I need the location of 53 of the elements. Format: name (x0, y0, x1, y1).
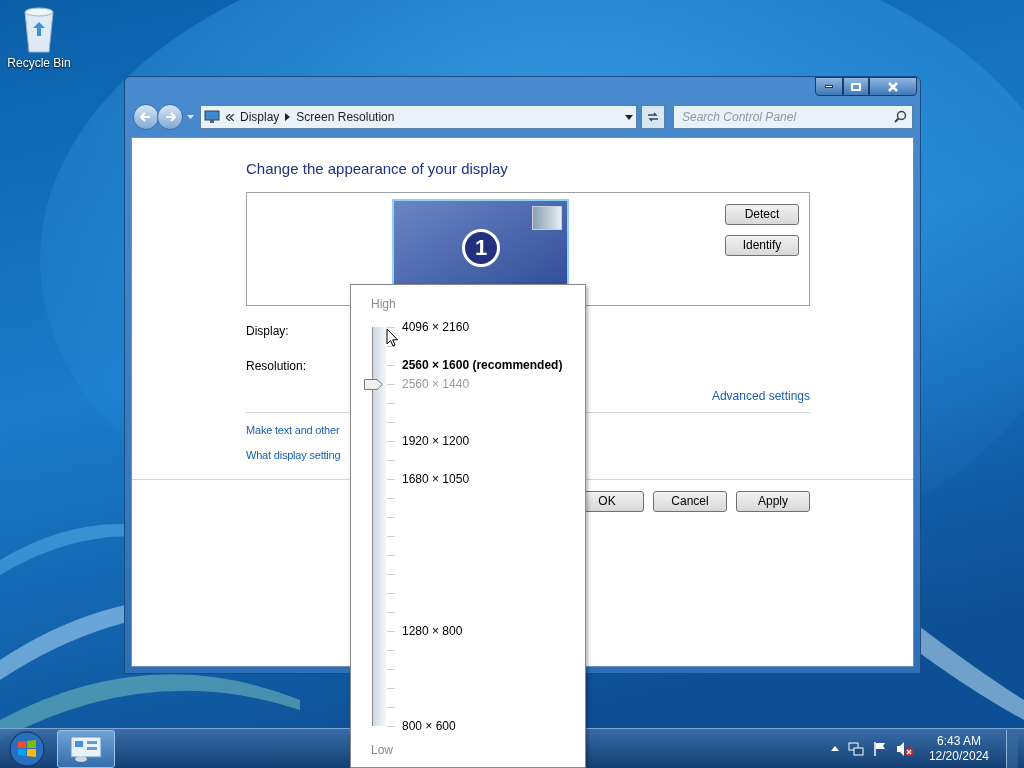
advanced-settings-link[interactable]: Advanced settings (711, 386, 810, 405)
search-field[interactable]: Search Control Panel (673, 105, 913, 129)
help-link[interactable]: What display setting (246, 446, 341, 463)
forward-arrow-icon (164, 111, 176, 123)
help-link[interactable]: Make text and other (246, 421, 340, 438)
back-button[interactable] (133, 104, 159, 130)
refresh-arrows-icon (646, 111, 660, 123)
mouse-cursor-icon (386, 328, 399, 347)
start-button[interactable] (8, 729, 46, 768)
clock-time[interactable]: 6:43 AM (936, 733, 981, 749)
recycle-bin-icon[interactable] (21, 6, 57, 54)
muted-speaker-icon[interactable] (895, 740, 914, 757)
window-thumbnail-icon (532, 205, 562, 230)
flag-icon[interactable] (872, 740, 887, 757)
network-icon[interactable] (847, 740, 864, 757)
breadcrumb-item[interactable]: Display (240, 108, 280, 126)
maximize-button[interactable] (843, 77, 869, 96)
refresh-button[interactable] (641, 105, 665, 129)
push-button[interactable]: Apply (736, 490, 810, 512)
dropdown-arrow-icon[interactable] (625, 114, 633, 120)
clock-date[interactable]: 12/20/2024 (928, 748, 989, 764)
resolution-option[interactable]: 1920 × 1200 (402, 434, 470, 448)
breadcrumb-item[interactable]: Screen Resolution (296, 108, 395, 126)
resolution-option[interactable]: 2560 × 1600 (recommended) (402, 358, 563, 372)
close-icon (888, 81, 898, 92)
forward-button[interactable] (157, 104, 183, 130)
control-panel-icon (69, 734, 103, 763)
resolution-option[interactable]: 4096 × 2160 (402, 320, 470, 334)
resolution-option[interactable]: 800 × 600 (402, 719, 456, 733)
icon-label: Recycle Bin (7, 55, 71, 72)
minimize-button[interactable] (815, 77, 843, 96)
chevron-icon[interactable] (226, 113, 234, 121)
push-button[interactable]: Identify (725, 234, 799, 256)
monitor-icon (204, 110, 220, 124)
low-label: Low (371, 742, 393, 759)
separator-arrow-icon[interactable] (285, 113, 291, 121)
push-button[interactable]: Detect (725, 203, 799, 225)
field-label: Display: (246, 322, 289, 339)
high-label: High (371, 296, 396, 313)
taskbar-button[interactable] (57, 729, 115, 768)
page-heading: Change the appearance of your display (246, 159, 509, 179)
resolution-option[interactable]: 1280 × 800 (402, 624, 463, 638)
address-bar[interactable]: Display Screen Resolution (200, 105, 637, 129)
close-button[interactable] (869, 77, 917, 96)
push-button[interactable]: Cancel (653, 490, 727, 512)
slider-thumb[interactable] (364, 379, 383, 391)
monitor-number: 1 (462, 228, 500, 267)
back-arrow-icon (140, 111, 152, 123)
search-icon[interactable] (894, 110, 907, 123)
resolution-option[interactable]: 1680 × 1050 (402, 472, 470, 486)
show-hidden-icons-icon[interactable] (830, 746, 839, 751)
field-label: Resolution: (246, 357, 307, 374)
show-desktop-button[interactable] (1006, 729, 1018, 768)
